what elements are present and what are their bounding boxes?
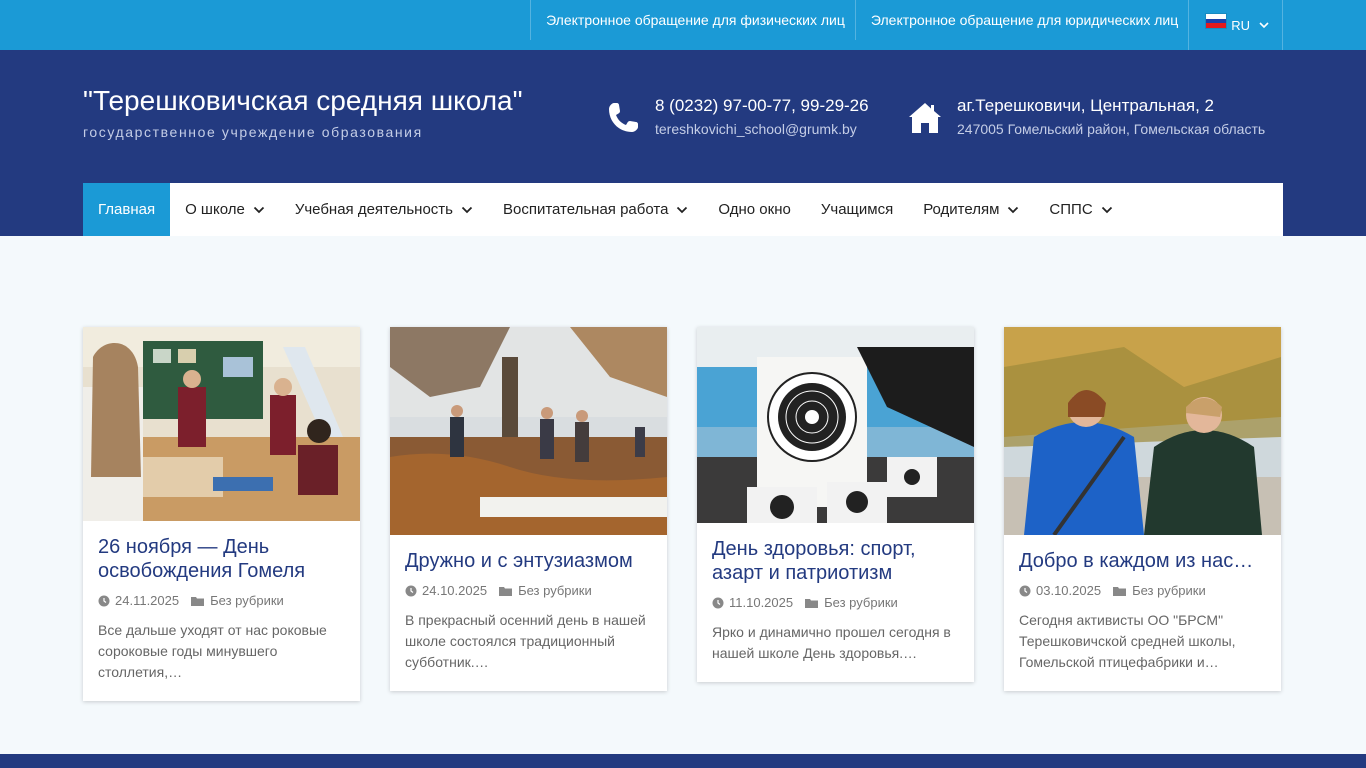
post-card[interactable]: Дружно и с энтузиазмом 24.10.2025 Без ру… xyxy=(390,327,667,691)
volunteers-photo[interactable] xyxy=(1004,327,1281,535)
site-subtitle: государственное учреждение образования xyxy=(83,124,423,140)
chevron-down-icon xyxy=(461,206,473,213)
post-meta: 03.10.2025 Без рубрики xyxy=(1019,583,1266,598)
site-header: "Терешковичская средняя школа" государст… xyxy=(0,50,1366,236)
post-card[interactable]: Добро в каждом из нас… 03.10.2025 Без ру… xyxy=(1004,327,1281,691)
top-links: Электронное обращение для физических лиц… xyxy=(530,0,1283,50)
footer xyxy=(0,754,1366,768)
post-category[interactable]: Без рубрики xyxy=(824,595,898,610)
nav-item-parents[interactable]: Родителям xyxy=(908,183,1034,236)
nav-item-about[interactable]: О школе xyxy=(170,183,280,236)
nav-label: Главная xyxy=(98,201,156,218)
post-category[interactable]: Без рубрики xyxy=(210,593,284,608)
clock-icon xyxy=(405,585,417,596)
post-category[interactable]: Без рубрики xyxy=(1132,583,1206,598)
language-switcher[interactable]: RU xyxy=(1188,0,1283,50)
post-card[interactable]: День здоровья: спорт, азарт и патриотизм… xyxy=(697,327,974,682)
address-line: аг.Терешковичи, Центральная, 2 xyxy=(957,96,1214,115)
post-meta: 24.11.2025 Без рубрики xyxy=(98,593,345,608)
phone-contact: 8 (0232) 97-00-77, 99-29-26 tereshkovich… xyxy=(605,94,869,140)
chevron-down-icon xyxy=(253,206,264,213)
shooting-target-photo[interactable] xyxy=(697,327,974,523)
chevron-down-icon xyxy=(677,206,688,213)
clock-icon xyxy=(98,595,110,606)
post-title[interactable]: Дружно и с энтузиазмом xyxy=(405,549,652,573)
chevron-down-icon xyxy=(1259,22,1269,29)
folder-icon xyxy=(499,586,513,596)
phone-number[interactable]: 8 (0232) 97-00-77, 99-29-26 xyxy=(655,94,869,118)
site-title[interactable]: "Терешковичская средняя школа" xyxy=(83,85,523,117)
nav-label: О школе xyxy=(185,201,245,218)
folder-icon xyxy=(805,598,819,608)
chevron-down-icon xyxy=(1101,206,1112,213)
nav-label: Одно окно xyxy=(718,201,791,218)
post-excerpt: Сегодня активисты ОО "БРСМ" Терешковичск… xyxy=(1019,612,1236,670)
post-title[interactable]: День здоровья: спорт, азарт и патриотизм xyxy=(712,537,959,585)
clock-icon xyxy=(1019,585,1031,596)
nav-item-students[interactable]: Учащимся xyxy=(806,183,908,236)
post-title[interactable]: Добро в каждом из нас… xyxy=(1019,549,1266,573)
russia-flag-icon xyxy=(1205,13,1228,29)
post-meta: 11.10.2025 Без рубрики xyxy=(712,595,959,610)
nav-item-one-window[interactable]: Одно окно xyxy=(703,183,805,236)
post-title[interactable]: 26 ноября — День освобождения Гомеля xyxy=(98,535,345,583)
chevron-down-icon xyxy=(1008,206,1019,213)
address-region: 247005 Гомельский район, Гомельская обла… xyxy=(957,121,1266,137)
post-date: 24.11.2025 xyxy=(115,593,180,608)
phone-icon xyxy=(609,103,638,132)
post-category[interactable]: Без рубрики xyxy=(518,583,592,598)
main-navigation: Главная О школе Учебная деятельность Вос… xyxy=(83,183,1283,236)
post-grid: 26 ноября — День освобождения Гомеля 24.… xyxy=(83,327,1283,701)
post-date: 11.10.2025 xyxy=(729,595,794,610)
address-contact: аг.Терешковичи, Центральная, 2 247005 Го… xyxy=(907,94,1265,140)
clock-icon xyxy=(712,597,724,608)
post-excerpt: В прекрасный осенний день в нашей школе … xyxy=(405,612,646,670)
appeal-legal-entities-link[interactable]: Электронное обращение для юридических ли… xyxy=(854,0,1188,40)
autumn-cleanup-photo[interactable] xyxy=(390,327,667,535)
appeal-individuals-link[interactable]: Электронное обращение для физических лиц xyxy=(530,0,855,40)
post-excerpt: Ярко и динамично прошел сегодня в нашей … xyxy=(712,624,951,661)
nav-label: Воспитательная работа xyxy=(502,201,669,218)
nav-label: Учащимся xyxy=(820,201,894,218)
home-icon xyxy=(909,103,941,133)
top-bar: Электронное обращение для физических лиц… xyxy=(0,0,1366,50)
folder-icon xyxy=(1113,586,1127,596)
language-label: RU xyxy=(1231,17,1250,33)
nav-label: Родителям xyxy=(923,201,1000,218)
post-date: 24.10.2025 xyxy=(422,583,488,598)
nav-label: Учебная деятельность xyxy=(294,201,453,218)
folder-icon xyxy=(191,596,205,606)
nav-item-education[interactable]: Учебная деятельность xyxy=(280,183,488,236)
post-card[interactable]: 26 ноября — День освобождения Гомеля 24.… xyxy=(83,327,360,701)
post-excerpt: Все дальше уходят от нас роковые сороков… xyxy=(98,622,327,680)
nav-item-spps[interactable]: СППС xyxy=(1034,183,1127,236)
nav-item-upbringing[interactable]: Воспитательная работа xyxy=(488,183,703,236)
email-address[interactable]: tereshkovichi_school@grumk.by xyxy=(655,118,869,140)
classroom-photo[interactable] xyxy=(83,327,360,521)
post-meta: 24.10.2025 Без рубрики xyxy=(405,583,652,598)
post-date: 03.10.2025 xyxy=(1036,583,1102,598)
nav-item-home[interactable]: Главная xyxy=(83,183,171,236)
nav-label: СППС xyxy=(1049,201,1093,218)
